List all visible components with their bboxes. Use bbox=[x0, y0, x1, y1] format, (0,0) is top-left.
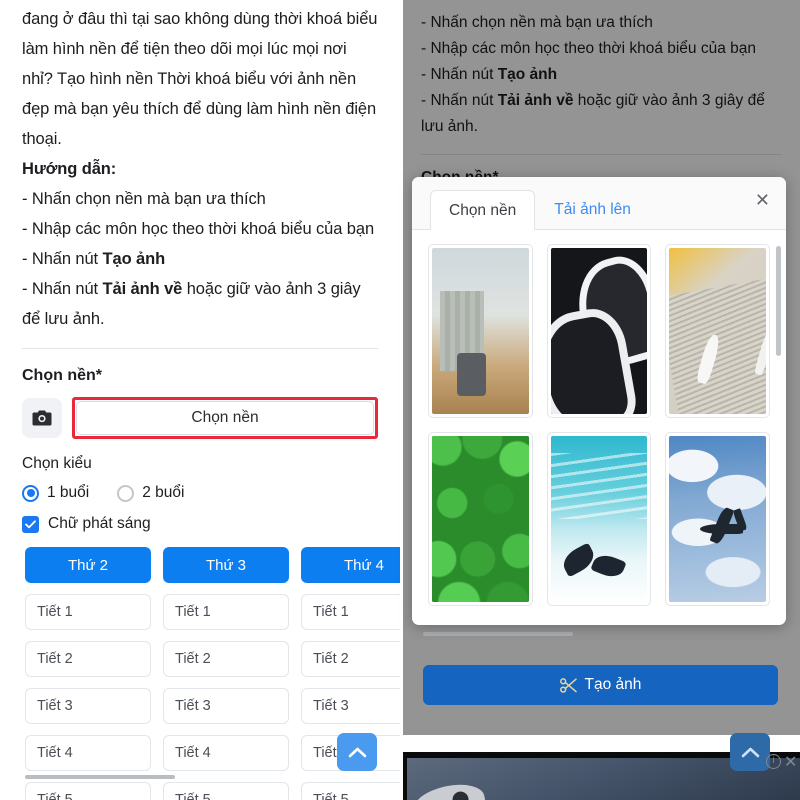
thumbnail-image bbox=[669, 248, 766, 414]
radio-option-2-buoi[interactable]: 2 buổi bbox=[117, 484, 184, 502]
left-article-panel: đang ở đâu thì tại sao không dùng thời k… bbox=[0, 0, 400, 800]
thumbnail-image bbox=[432, 436, 529, 602]
modal-header: Chọn nền Tải ảnh lên ✕ bbox=[412, 177, 786, 230]
modal-body bbox=[412, 230, 786, 625]
choose-style-label: Chọn kiểu bbox=[22, 455, 92, 472]
period-input[interactable]: Tiết 2 bbox=[301, 641, 400, 677]
day-header-thu-2[interactable]: Thứ 2 bbox=[25, 547, 151, 583]
ad-image-subject bbox=[410, 778, 488, 800]
camera-icon bbox=[32, 410, 52, 426]
instruction-line-2: - Nhập các môn học theo thời khoá biểu c… bbox=[22, 220, 375, 238]
thumbnail-building-statue-sunset[interactable] bbox=[428, 244, 533, 418]
thumbnail-black-converse-sneakers[interactable] bbox=[546, 244, 652, 418]
modal-close-button[interactable]: ✕ bbox=[755, 191, 770, 209]
thumbnail-earbuds-on-book[interactable] bbox=[665, 244, 770, 418]
camera-button[interactable] bbox=[22, 398, 62, 438]
period-input[interactable]: Tiết 5 bbox=[301, 782, 400, 800]
radio-label-1-buoi: 1 buổi bbox=[47, 484, 90, 501]
chevron-up-icon bbox=[741, 747, 759, 757]
horizontal-scrollbar-thumb[interactable] bbox=[25, 775, 175, 779]
right-horizontal-scrollbar-thumb[interactable] bbox=[423, 632, 573, 636]
page-root: đang ở đâu thì tại sao không dùng thời k… bbox=[0, 0, 800, 800]
scroll-to-top-button[interactable] bbox=[337, 733, 377, 771]
scissors-icon bbox=[559, 677, 577, 693]
style-radio-group: 1 buổi 2 buổi bbox=[0, 484, 400, 502]
period-input[interactable]: Tiết 1 bbox=[25, 594, 151, 630]
choose-background-label: Chọn nền* bbox=[22, 367, 102, 384]
thumbnail-airplane-cloudy-sky[interactable] bbox=[665, 432, 770, 606]
day-header-thu-3[interactable]: Thứ 3 bbox=[163, 547, 289, 583]
radio-label-2-buoi: 2 buổi bbox=[142, 484, 185, 501]
create-image-button[interactable]: Tạo ảnh bbox=[423, 665, 778, 705]
instruction-line-3: - Nhấn nút Tạo ảnh bbox=[22, 250, 166, 268]
thumbnail-image bbox=[669, 436, 766, 602]
modal-scrollbar-thumb[interactable] bbox=[776, 246, 781, 356]
background-picker-row: Chọn nền bbox=[0, 397, 400, 439]
choose-background-button[interactable]: Chọn nền bbox=[76, 401, 374, 435]
tab-tai-anh-len[interactable]: Tải ảnh lên bbox=[535, 189, 650, 229]
choose-background-modal: Chọn nền Tải ảnh lên ✕ bbox=[412, 177, 786, 625]
panel-gap-divider bbox=[400, 0, 403, 800]
period-input[interactable]: Tiết 5 bbox=[25, 782, 151, 800]
schedule-column: Thứ 2 Tiết 1 Tiết 2 Tiết 3 Tiết 4 Tiết 5 bbox=[25, 547, 151, 800]
tab-chon-nen[interactable]: Chọn nền bbox=[430, 190, 536, 230]
intro-paragraph-block: đang ở đâu thì tại sao không dùng thời k… bbox=[0, 0, 400, 334]
checkbox-checked-icon bbox=[22, 515, 39, 533]
scroll-to-top-button-right[interactable] bbox=[730, 733, 770, 771]
section-divider bbox=[22, 348, 378, 349]
period-input[interactable]: Tiết 5 bbox=[163, 782, 289, 800]
ad-close-icon[interactable]: ✕ bbox=[784, 752, 797, 772]
radio-option-1-buoi[interactable]: 1 buổi bbox=[22, 484, 89, 502]
day-header-thu-4[interactable]: Thứ 4 bbox=[301, 547, 400, 583]
period-input[interactable]: Tiết 1 bbox=[301, 594, 400, 630]
instruction-line-1: - Nhấn chọn nền mà bạn ưa thích bbox=[22, 190, 266, 208]
intro-paragraph: đang ở đâu thì tại sao không dùng thời k… bbox=[22, 10, 378, 148]
period-input[interactable]: Tiết 2 bbox=[25, 641, 151, 677]
thumbnail-image bbox=[550, 436, 648, 602]
period-input[interactable]: Tiết 2 bbox=[163, 641, 289, 677]
radio-selected-icon bbox=[22, 484, 39, 502]
schedule-column: Thứ 3 Tiết 1 Tiết 2 Tiết 3 Tiết 4 Tiết 5 bbox=[163, 547, 289, 800]
radio-unselected-icon bbox=[117, 484, 135, 502]
create-image-label: Tạo ảnh bbox=[584, 676, 642, 693]
thumbnail-dolphins-jumping-sea[interactable] bbox=[546, 432, 652, 606]
chevron-up-icon bbox=[348, 747, 366, 757]
period-input[interactable]: Tiết 1 bbox=[163, 594, 289, 630]
period-input[interactable]: Tiết 4 bbox=[25, 735, 151, 771]
period-input[interactable]: Tiết 3 bbox=[301, 688, 400, 724]
period-input[interactable]: Tiết 3 bbox=[163, 688, 289, 724]
thumbnail-green-clover-leaves[interactable] bbox=[428, 432, 533, 606]
ad-info-icon[interactable]: i bbox=[766, 754, 781, 769]
glow-text-checkbox-row[interactable]: Chữ phát sáng bbox=[0, 515, 400, 533]
instructions-heading: Hướng dẫn: bbox=[22, 160, 117, 178]
period-input[interactable]: Tiết 3 bbox=[25, 688, 151, 724]
instruction-line-4: - Nhấn nút Tải ảnh về hoặc giữ vào ảnh 3… bbox=[22, 280, 361, 328]
glow-text-label: Chữ phát sáng bbox=[48, 515, 151, 532]
thumbnail-image bbox=[550, 248, 648, 414]
thumbnail-image bbox=[432, 248, 529, 414]
background-thumbnail-grid bbox=[428, 244, 770, 606]
choose-background-highlight: Chọn nền bbox=[72, 397, 378, 439]
period-input[interactable]: Tiết 4 bbox=[163, 735, 289, 771]
